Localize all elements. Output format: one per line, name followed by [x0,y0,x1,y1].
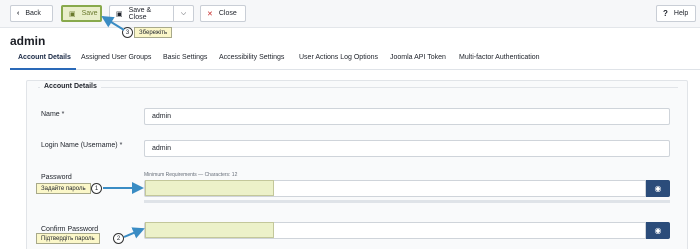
callout-3-badge: 3 [122,27,133,38]
callout-1-badge: 1 [91,183,102,194]
page-title: admin [10,34,46,48]
tab-joomla-api-token[interactable]: Joomla API Token [390,54,446,61]
toggle-confirm-visibility[interactable]: ◉ [646,222,670,239]
callout-3: Збережіть [134,27,173,38]
callout-1: Задайте пароль [36,183,91,194]
password-label: Password [41,174,72,181]
chevron-left-icon: ‹ [17,10,20,17]
close-button[interactable]: ✕ Close [200,5,246,22]
confirm-password-label: Confirm Password [41,226,99,233]
name-input[interactable]: admin [144,108,670,125]
tab-basic-settings[interactable]: Basic Settings [163,54,207,61]
tab-account-details[interactable]: Account Details [18,54,71,61]
save-button[interactable]: ▣ Save [61,5,102,22]
tab-user-actions-log[interactable]: User Actions Log Options [299,54,378,61]
floppy-icon: ▣ [116,10,123,18]
save-label: Save [81,10,98,17]
confirm-password-highlight [145,222,274,238]
question-icon: ? [663,9,668,18]
legend-divider [38,87,678,88]
help-label: Help [673,10,689,17]
eye-icon: ◉ [654,184,662,193]
chevron-down-icon: ⌵ [180,9,187,17]
callout-2: Підтвердіть пароль [36,233,100,244]
close-label: Close [218,10,237,17]
help-button[interactable]: ? Help [656,5,696,22]
tab-bar: Account Details Assigned User Groups Bas… [10,50,700,70]
password-highlight [145,180,274,196]
save-options-dropdown[interactable]: ⌵ [173,5,194,22]
toggle-password-visibility[interactable]: ◉ [646,180,670,197]
login-label: Login Name (Username) * [41,142,123,149]
times-icon: ✕ [207,10,213,18]
callout-2-badge: 2 [113,233,124,244]
password-strength-meter [144,200,670,203]
password-requirements: Minimum Requirements — Characters: 12 [144,172,238,178]
tab-multi-factor-auth[interactable]: Multi-factor Authentication [459,54,540,61]
save-close-button[interactable]: ▣ Save & Close [109,5,173,22]
active-tab-indicator [10,68,76,70]
floppy-icon: ▣ [69,10,76,18]
save-close-label: Save & Close [128,6,152,21]
eye-icon: ◉ [654,226,662,235]
back-button[interactable]: ‹ Back [10,5,53,22]
toolbar: ‹ Back ▣ Save ▣ Save & Close ⌵ ✕ Close ?… [0,0,700,28]
fieldset-legend: Account Details [40,83,101,90]
tab-assigned-user-groups[interactable]: Assigned User Groups [81,54,151,61]
login-input[interactable]: admin [144,140,670,157]
name-label: Name * [41,111,65,118]
back-label: Back [25,10,41,17]
tab-accessibility-settings[interactable]: Accessibility Settings [219,54,284,61]
